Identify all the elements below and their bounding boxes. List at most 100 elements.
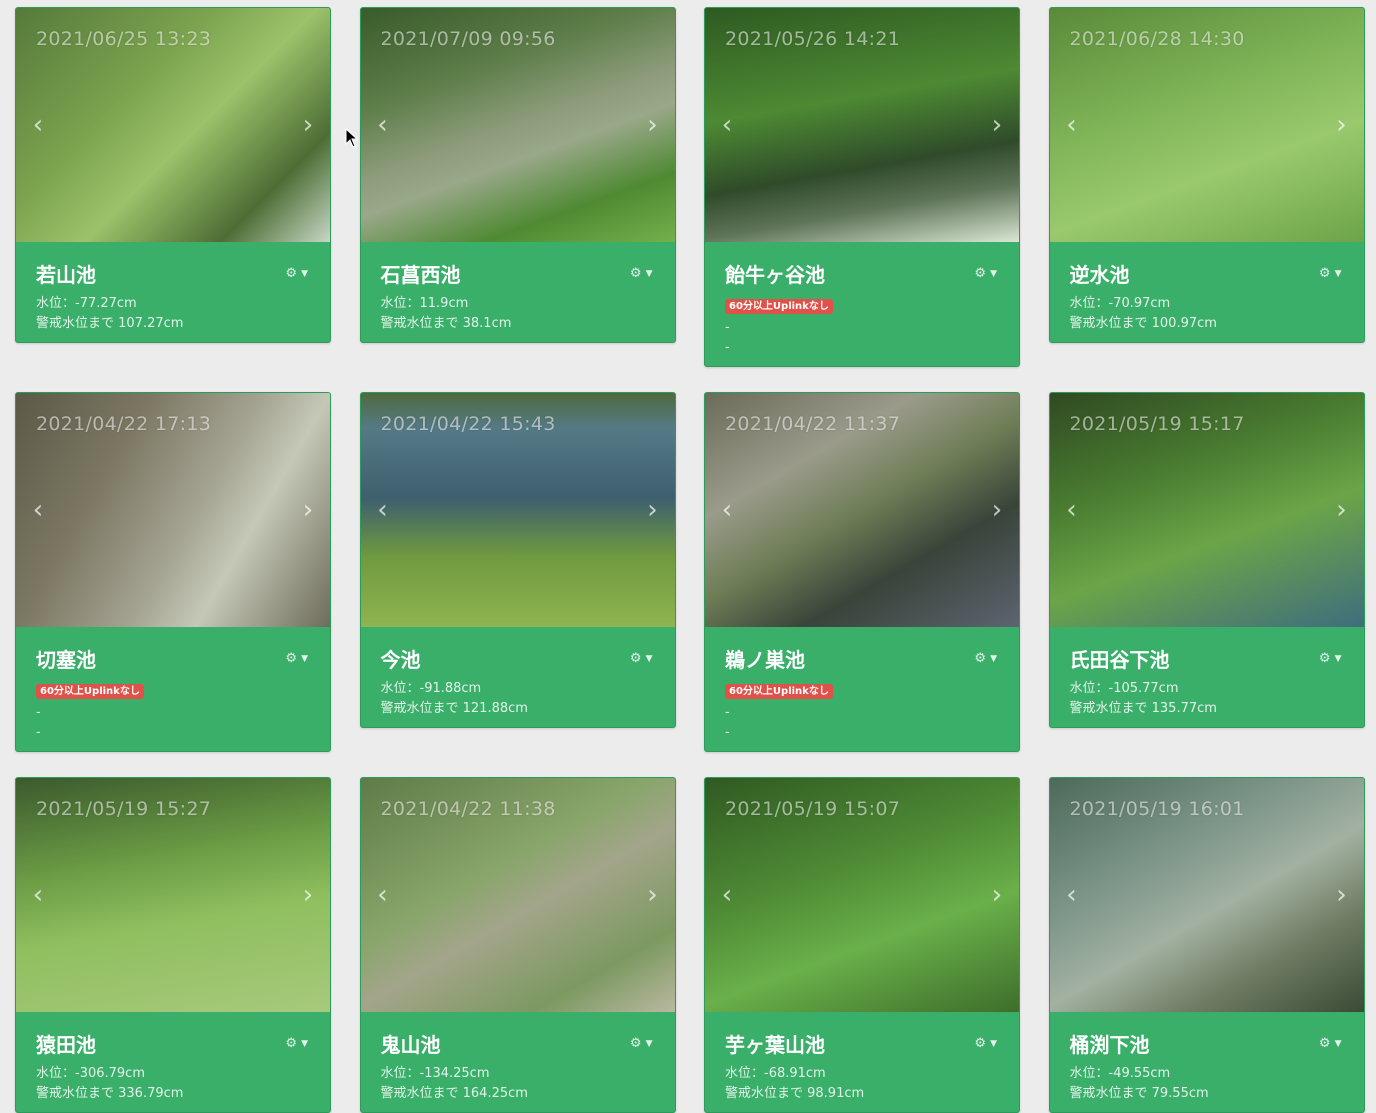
- chevron-right-icon[interactable]: ›: [989, 110, 1005, 140]
- chevron-left-icon[interactable]: ‹: [1064, 495, 1080, 525]
- mouse-cursor-icon: [345, 128, 359, 148]
- water-level-text: 水位：-70.97cm: [1069, 296, 1171, 311]
- chevron-right-icon[interactable]: ›: [300, 880, 316, 910]
- pond-name[interactable]: 桶渕下池: [1070, 1032, 1344, 1058]
- pond-photo-carousel[interactable]: 2021/05/19 15:07 ‹ ›: [705, 778, 1019, 1012]
- settings-dropdown-button[interactable]: ⚙ ▼: [285, 651, 308, 666]
- chevron-left-icon[interactable]: ‹: [1064, 880, 1080, 910]
- pond-card-body: 石菖西池 ⚙ ▼ 水位：11.9cm 警戒水位まで 38.1cm: [361, 242, 675, 342]
- gear-icon: ⚙: [1318, 1036, 1331, 1051]
- photo-timestamp: 2021/04/22 17:13: [36, 413, 212, 435]
- pond-name[interactable]: 切塞池: [36, 647, 310, 673]
- pond-photo-carousel[interactable]: 2021/05/19 15:17 ‹ ›: [1049, 393, 1364, 627]
- chevron-left-icon[interactable]: ‹: [30, 110, 46, 140]
- pond-card: 2021/05/19 15:27 ‹ › 猿田池 ⚙ ▼ 水位：-306.79c…: [15, 777, 331, 1113]
- chevron-right-icon[interactable]: ›: [989, 495, 1005, 525]
- pond-card-body: 鵜ノ巣池 ⚙ ▼ 60分以上Uplinkなし - -: [705, 627, 1019, 751]
- pond-card: 2021/04/22 11:37 ‹ › 鵜ノ巣池 ⚙ ▼ 60分以上Uplin…: [704, 392, 1020, 752]
- gear-icon: ⚙: [1318, 651, 1331, 666]
- pond-name[interactable]: 猿田池: [36, 1032, 310, 1058]
- pond-photo-carousel[interactable]: 2021/04/22 11:37 ‹ ›: [705, 393, 1019, 627]
- pond-name[interactable]: 今池: [381, 647, 655, 673]
- pond-photo-carousel[interactable]: 2021/06/25 13:23 ‹ ›: [16, 8, 330, 242]
- chevron-right-icon[interactable]: ›: [645, 495, 661, 525]
- settings-dropdown-button[interactable]: ⚙ ▼: [974, 1036, 997, 1051]
- chevron-left-icon[interactable]: ‹: [30, 495, 46, 525]
- pond-card-body: 若山池 ⚙ ▼ 水位：-77.27cm 警戒水位まで 107.27cm: [16, 242, 330, 342]
- warning-level-text: 警戒水位まで 98.91cm: [725, 1086, 865, 1101]
- chevron-right-icon[interactable]: ›: [1334, 110, 1350, 140]
- caret-down-icon: ▼: [301, 653, 308, 664]
- pond-photo-carousel[interactable]: 2021/05/26 14:21 ‹ ›: [705, 8, 1019, 242]
- settings-dropdown-button[interactable]: ⚙ ▼: [974, 266, 997, 281]
- chevron-right-icon[interactable]: ›: [300, 110, 316, 140]
- pond-card: 2021/05/19 16:01 ‹ › 桶渕下池 ⚙ ▼ 水位：-49.55c…: [1048, 777, 1365, 1113]
- chevron-left-icon[interactable]: ‹: [1064, 110, 1080, 140]
- caret-down-icon: ▼: [645, 1038, 653, 1049]
- settings-dropdown-button[interactable]: ⚙ ▼: [285, 1036, 308, 1051]
- photo-timestamp: 2021/05/19 15:07: [725, 798, 901, 820]
- pond-photo-carousel[interactable]: 2021/04/22 17:13 ‹ ›: [16, 393, 330, 627]
- pond-name[interactable]: 鬼山池: [381, 1032, 655, 1058]
- pond-photo-carousel[interactable]: 2021/04/22 15:43 ‹ ›: [360, 393, 675, 627]
- chevron-left-icon[interactable]: ‹: [719, 880, 735, 910]
- chevron-left-icon[interactable]: ‹: [719, 110, 735, 140]
- chevron-left-icon[interactable]: ‹: [375, 110, 391, 140]
- pond-name[interactable]: 若山池: [36, 262, 310, 288]
- settings-dropdown-button[interactable]: ⚙ ▼: [1319, 1036, 1342, 1051]
- pond-card-body: 今池 ⚙ ▼ 水位：-91.88cm 警戒水位まで 121.88cm: [361, 627, 675, 727]
- settings-dropdown-button[interactable]: ⚙ ▼: [1319, 266, 1342, 281]
- caret-down-icon: ▼: [645, 268, 653, 279]
- pond-name[interactable]: 芋ヶ葉山池: [725, 1032, 999, 1058]
- pond-name[interactable]: 氏田谷下池: [1070, 647, 1344, 673]
- pond-name[interactable]: 鵜ノ巣池: [725, 647, 999, 673]
- settings-dropdown-button[interactable]: ⚙ ▼: [630, 266, 653, 281]
- gear-icon: ⚙: [974, 1036, 987, 1051]
- pond-card: 2021/07/09 09:56 ‹ › 石菖西池 ⚙ ▼ 水位：11.9cm …: [359, 7, 676, 343]
- settings-dropdown-button[interactable]: ⚙ ▼: [630, 651, 653, 666]
- pond-photo-carousel[interactable]: 2021/05/19 16:01 ‹ ›: [1049, 778, 1364, 1012]
- caret-down-icon: ▼: [1334, 653, 1342, 664]
- settings-dropdown-button[interactable]: ⚙ ▼: [1319, 651, 1342, 666]
- settings-dropdown-button[interactable]: ⚙ ▼: [974, 651, 997, 666]
- chevron-left-icon[interactable]: ‹: [30, 880, 46, 910]
- pond-name[interactable]: 逆水池: [1070, 262, 1344, 288]
- gear-icon: ⚙: [285, 651, 298, 666]
- pond-card: 2021/05/26 14:21 ‹ › 飴牛ヶ谷池 ⚙ ▼ 60分以上Upli…: [704, 7, 1020, 367]
- water-level-text: 水位：-105.77cm: [1069, 681, 1179, 696]
- pond-name[interactable]: 飴牛ヶ谷池: [725, 262, 999, 288]
- pond-card: 2021/04/22 15:43 ‹ › 今池 ⚙ ▼ 水位：-91.88cm …: [359, 392, 676, 728]
- gear-icon: ⚙: [974, 651, 987, 666]
- caret-down-icon: ▼: [1334, 268, 1342, 279]
- photo-timestamp: 2021/04/22 15:43: [380, 413, 556, 435]
- caret-down-icon: ▼: [990, 653, 997, 664]
- chevron-left-icon[interactable]: ‹: [719, 495, 735, 525]
- pond-name[interactable]: 石菖西池: [381, 262, 655, 288]
- chevron-right-icon[interactable]: ›: [989, 880, 1005, 910]
- warning-level-text: 警戒水位まで 336.79cm: [36, 1086, 184, 1101]
- settings-dropdown-button[interactable]: ⚙ ▼: [285, 266, 308, 281]
- water-level-text: 水位：-49.55cm: [1069, 1066, 1171, 1081]
- gear-icon: ⚙: [629, 266, 642, 281]
- chevron-right-icon[interactable]: ›: [645, 880, 661, 910]
- no-uplink-badge: 60分以上Uplinkなし: [725, 299, 833, 314]
- photo-timestamp: 2021/05/19 15:27: [36, 798, 212, 820]
- chevron-right-icon[interactable]: ›: [645, 110, 661, 140]
- pond-photo-carousel[interactable]: 2021/05/19 15:27 ‹ ›: [16, 778, 330, 1012]
- pond-card-body: 桶渕下池 ⚙ ▼ 水位：-49.55cm 警戒水位まで 79.55cm: [1050, 1012, 1364, 1112]
- pond-photo-carousel[interactable]: 2021/06/28 14:30 ‹ ›: [1049, 8, 1364, 242]
- chevron-right-icon[interactable]: ›: [300, 495, 316, 525]
- warning-level-text: 警戒水位まで 164.25cm: [380, 1086, 528, 1101]
- pond-card-body: 芋ヶ葉山池 ⚙ ▼ 水位：-68.91cm 警戒水位まで 98.91cm: [705, 1012, 1019, 1112]
- warning-level-text: 警戒水位まで 100.97cm: [1069, 316, 1217, 331]
- photo-timestamp: 2021/04/22 11:38: [380, 798, 556, 820]
- chevron-left-icon[interactable]: ‹: [375, 495, 391, 525]
- water-level-text: 水位：-306.79cm: [36, 1066, 145, 1081]
- pond-photo-carousel[interactable]: 2021/07/09 09:56 ‹ ›: [360, 8, 675, 242]
- chevron-right-icon[interactable]: ›: [1334, 880, 1350, 910]
- pond-photo-carousel[interactable]: 2021/04/22 11:38 ‹ ›: [360, 778, 675, 1012]
- settings-dropdown-button[interactable]: ⚙ ▼: [630, 1036, 653, 1051]
- chevron-left-icon[interactable]: ‹: [375, 880, 391, 910]
- chevron-right-icon[interactable]: ›: [1334, 495, 1350, 525]
- photo-timestamp: 2021/05/26 14:21: [725, 28, 901, 50]
